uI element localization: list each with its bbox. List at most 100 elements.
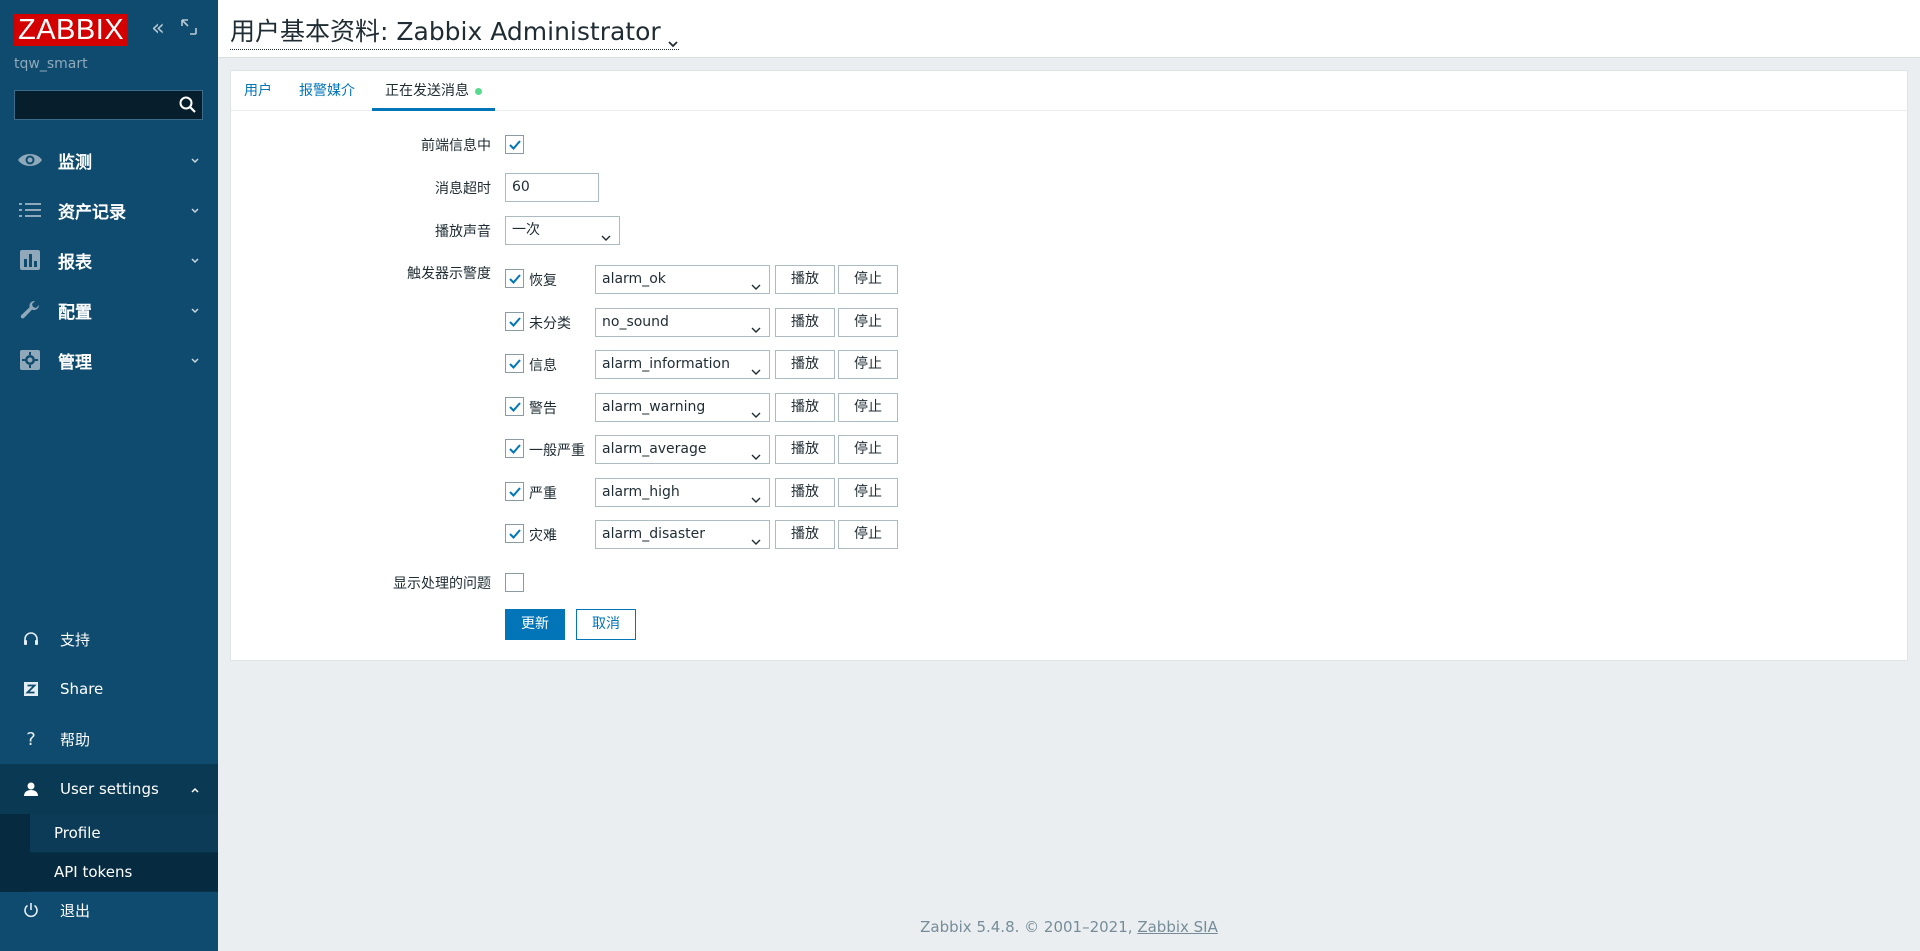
page-title-text: 用户基本资料: Zabbix Administrator xyxy=(230,17,661,46)
collapse-sidebar-icon[interactable]: « xyxy=(147,18,169,40)
chevron-down-icon xyxy=(751,530,761,545)
user-settings-label: User settings xyxy=(60,780,159,798)
severity-sound-select[interactable]: alarm_information xyxy=(595,350,770,379)
help-label: 帮助 xyxy=(60,730,91,749)
stop-button[interactable]: 停止 xyxy=(838,350,898,379)
menu-item-configuration[interactable]: 配置 xyxy=(0,285,218,335)
show-suppressed-checkbox[interactable] xyxy=(505,573,524,592)
kiosk-mode-icon[interactable] xyxy=(178,18,200,40)
logout-label: 退出 xyxy=(60,901,91,920)
severity-checkbox[interactable] xyxy=(505,354,524,373)
support-label: 支持 xyxy=(60,630,91,649)
chevron-down-icon xyxy=(190,154,200,164)
wrench-icon xyxy=(16,296,44,324)
cancel-button[interactable]: 取消 xyxy=(576,609,636,640)
tab-bar: 用户 报警媒介 正在发送消息 xyxy=(231,71,1907,111)
chevron-down-icon xyxy=(751,275,761,290)
power-icon xyxy=(20,899,42,921)
play-button[interactable]: 播放 xyxy=(775,478,835,507)
frontend-messaging-checkbox[interactable] xyxy=(505,135,524,154)
severity-sound-value: alarm_warning xyxy=(602,399,706,415)
play-button[interactable]: 播放 xyxy=(775,435,835,464)
user-icon xyxy=(20,778,42,800)
submenu-item-profile[interactable]: Profile xyxy=(30,814,218,853)
search-icon[interactable] xyxy=(178,95,198,115)
zabbix-share-icon xyxy=(20,678,42,700)
footer-link[interactable]: Zabbix SIA xyxy=(1137,918,1218,936)
bar-chart-icon xyxy=(16,246,44,274)
stop-button[interactable]: 停止 xyxy=(838,435,898,464)
menu-item-administration[interactable]: 管理 xyxy=(0,335,218,385)
severity-label: 严重 xyxy=(529,486,557,502)
chevron-down-icon xyxy=(190,304,200,314)
user-settings-submenu: Profile API tokens xyxy=(0,814,218,892)
stop-button[interactable]: 停止 xyxy=(838,265,898,294)
list-icon xyxy=(16,196,44,224)
severity-checkbox[interactable] xyxy=(505,312,524,331)
severity-sound-select[interactable]: no_sound xyxy=(595,308,770,337)
severity-checkbox[interactable] xyxy=(505,439,524,458)
severity-sound-select[interactable]: alarm_disaster xyxy=(595,520,770,549)
menu-item-inventory[interactable]: 资产记录 xyxy=(0,185,218,235)
help-link[interactable]: ? 帮助 xyxy=(0,714,218,764)
menu-item-label: 监测 xyxy=(58,152,92,173)
play-button[interactable]: 播放 xyxy=(775,265,835,294)
stop-button[interactable]: 停止 xyxy=(838,478,898,507)
page-footer: Zabbix 5.4.8. © 2001–2021, Zabbix SIA xyxy=(218,918,1920,936)
play-button[interactable]: 播放 xyxy=(775,308,835,337)
play-button[interactable]: 播放 xyxy=(775,393,835,422)
zabbix-logo[interactable]: ZABBIX xyxy=(14,14,129,46)
bottom-menu: 支持 Share ? 帮助 User settings Profile API … xyxy=(0,614,218,892)
chevron-down-icon xyxy=(751,403,761,418)
severity-sound-select[interactable]: alarm_warning xyxy=(595,393,770,422)
headset-icon xyxy=(20,628,42,650)
message-timeout-label: 消息超时 xyxy=(435,181,491,197)
severity-checkbox[interactable] xyxy=(505,482,524,501)
gear-icon xyxy=(16,346,44,374)
severity-label: 信息 xyxy=(529,358,557,374)
message-timeout-input[interactable]: 60 xyxy=(505,173,599,202)
menu-item-label: 资产记录 xyxy=(58,202,126,223)
sidebar: ZABBIX « tqw_smart 监测 资产记录 报表 配置 管理 支持 S… xyxy=(0,0,218,951)
severity-checkbox[interactable] xyxy=(505,397,524,416)
menu-item-label: 报表 xyxy=(58,252,92,273)
severity-checkbox[interactable] xyxy=(505,269,524,288)
menu-item-label: 管理 xyxy=(58,352,92,373)
chevron-down-icon xyxy=(190,354,200,364)
stop-button[interactable]: 停止 xyxy=(838,308,898,337)
footer-text: Zabbix 5.4.8. © 2001–2021, xyxy=(920,918,1133,936)
logout-link[interactable]: 退出 xyxy=(0,885,218,935)
severity-sound-value: no_sound xyxy=(602,314,669,330)
play-button[interactable]: 播放 xyxy=(775,350,835,379)
severity-sound-select[interactable]: alarm_ok xyxy=(595,265,770,294)
tab-user[interactable]: 用户 xyxy=(244,71,272,111)
page-title[interactable]: 用户基本资料: Zabbix Administrator xyxy=(230,12,679,50)
tab-label: 正在发送消息 xyxy=(385,83,469,99)
tab-messaging[interactable]: 正在发送消息 xyxy=(372,71,495,111)
menu-item-monitoring[interactable]: 监测 xyxy=(0,135,218,185)
share-link[interactable]: Share xyxy=(0,664,218,714)
severity-label: 未分类 xyxy=(529,316,571,332)
chevron-down-icon xyxy=(751,318,761,333)
severity-sound-select[interactable]: alarm_high xyxy=(595,478,770,507)
severity-sound-value: alarm_average xyxy=(602,441,707,457)
menu-item-reports[interactable]: 报表 xyxy=(0,235,218,285)
play-button[interactable]: 播放 xyxy=(775,520,835,549)
logo-row: ZABBIX xyxy=(14,14,129,46)
show-suppressed-label: 显示处理的问题 xyxy=(393,576,491,592)
chevron-down-icon xyxy=(751,488,761,503)
search-input[interactable] xyxy=(15,91,175,119)
support-link[interactable]: 支持 xyxy=(0,614,218,664)
severity-checkbox[interactable] xyxy=(505,524,524,543)
tab-media[interactable]: 报警媒介 xyxy=(299,71,355,111)
severity-sound-value: alarm_ok xyxy=(602,271,666,287)
severity-sound-select[interactable]: alarm_average xyxy=(595,435,770,464)
play-sound-select[interactable]: 一次 xyxy=(505,216,620,245)
chevron-down-icon xyxy=(601,226,611,241)
stop-button[interactable]: 停止 xyxy=(838,520,898,549)
user-settings-menu[interactable]: User settings xyxy=(0,764,218,814)
update-button[interactable]: 更新 xyxy=(505,609,565,640)
main-menu: 监测 资产记录 报表 配置 管理 xyxy=(0,135,218,385)
chevron-down-icon xyxy=(751,445,761,460)
stop-button[interactable]: 停止 xyxy=(838,393,898,422)
